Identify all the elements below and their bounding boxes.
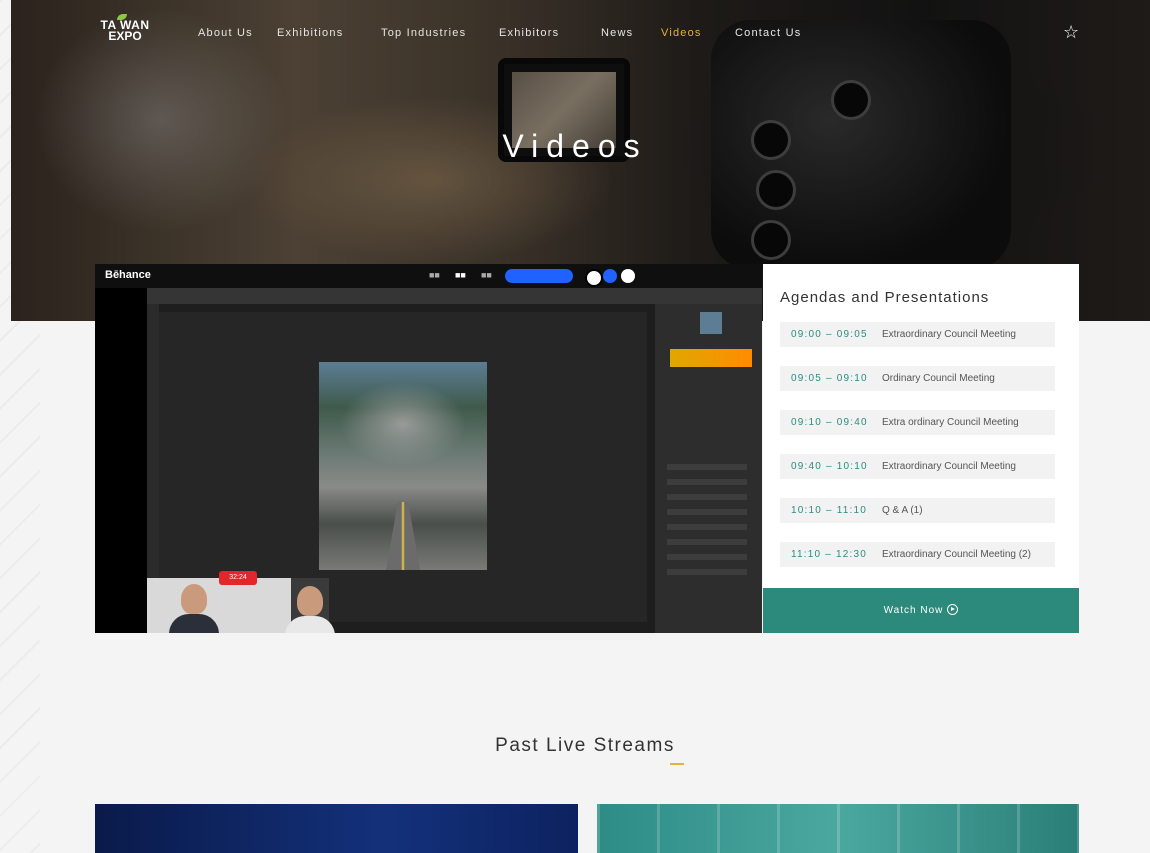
agenda-time: 11:10 – 12:30 xyxy=(791,549,868,560)
agenda-item[interactable]: 09:05 – 09:10 Ordinary Council Meeting xyxy=(780,366,1055,391)
past-stream-card[interactable] xyxy=(597,804,1079,853)
agenda-label: Extra ordinary Council Meeting xyxy=(882,417,1019,428)
agenda-time: 09:05 – 09:10 xyxy=(791,373,868,384)
agenda-label: Extraordinary Council Meeting (2) xyxy=(882,549,1031,560)
nav-item-exhibitions[interactable]: Exhibitions xyxy=(277,27,343,39)
top-nav: TA WAN EXPO About Us Exhibitions Top Ind… xyxy=(95,14,1085,48)
watch-now-button[interactable]: Watch Now xyxy=(763,588,1079,633)
agenda-label: Q & A (1) xyxy=(882,505,923,516)
page-title: Videos xyxy=(502,128,648,164)
video-player[interactable]: Bēhance ■■ ■■ ■■ 32:24 xyxy=(95,264,762,633)
nav-item-top-industries[interactable]: Top Industries xyxy=(381,27,466,39)
agenda-time: 10:10 – 11:10 xyxy=(791,505,868,516)
agenda-item[interactable]: 09:10 – 09:40 Extra ordinary Council Mee… xyxy=(780,410,1055,435)
nav-item-contact-us[interactable]: Contact Us xyxy=(735,27,801,39)
past-stream-card[interactable] xyxy=(95,804,578,853)
agenda-label: Ordinary Council Meeting xyxy=(882,373,995,384)
section-title-past-live-streams: Past Live Streams xyxy=(495,735,675,756)
agenda-time: 09:10 – 09:40 xyxy=(791,417,868,428)
agenda-label: Extraordinary Council Meeting xyxy=(882,329,1016,340)
webcam-overlay xyxy=(147,578,335,633)
video-brand-label: Bēhance xyxy=(105,269,151,281)
watch-now-label: Watch Now xyxy=(883,605,944,616)
site-logo[interactable]: TA WAN EXPO xyxy=(95,14,155,43)
agenda-item[interactable]: 09:00 – 09:05 Extraordinary Council Meet… xyxy=(780,322,1055,347)
video-topbar: Bēhance ■■ ■■ ■■ xyxy=(95,264,762,288)
agenda-time: 09:00 – 09:05 xyxy=(791,329,868,340)
agenda-title: Agendas and Presentations xyxy=(780,289,990,306)
title-underline xyxy=(670,763,684,765)
agenda-item[interactable]: 09:40 – 10:10 Extraordinary Council Meet… xyxy=(780,454,1055,479)
star-outline-icon[interactable]: ☆ xyxy=(1063,22,1083,42)
agenda-item[interactable]: 10:10 – 11:10 Q & A (1) xyxy=(780,498,1055,523)
recording-timer-badge: 32:24 xyxy=(219,571,257,585)
nav-item-exhibitors[interactable]: Exhibitors xyxy=(499,27,559,39)
logo-line-2: EXPO xyxy=(108,29,142,43)
agenda-panel: Agendas and Presentations 09:00 – 09:05 … xyxy=(763,264,1079,588)
agenda-time: 09:40 – 10:10 xyxy=(791,461,868,472)
highway-artwork-image xyxy=(319,362,487,570)
nav-item-news[interactable]: News xyxy=(601,27,633,39)
play-circle-icon xyxy=(947,604,959,615)
nav-item-videos[interactable]: Videos xyxy=(661,27,702,39)
nav-item-about-us[interactable]: About Us xyxy=(198,27,253,39)
agenda-item[interactable]: 11:10 – 12:30 Extraordinary Council Meet… xyxy=(780,542,1055,567)
agenda-label: Extraordinary Council Meeting xyxy=(882,461,1016,472)
